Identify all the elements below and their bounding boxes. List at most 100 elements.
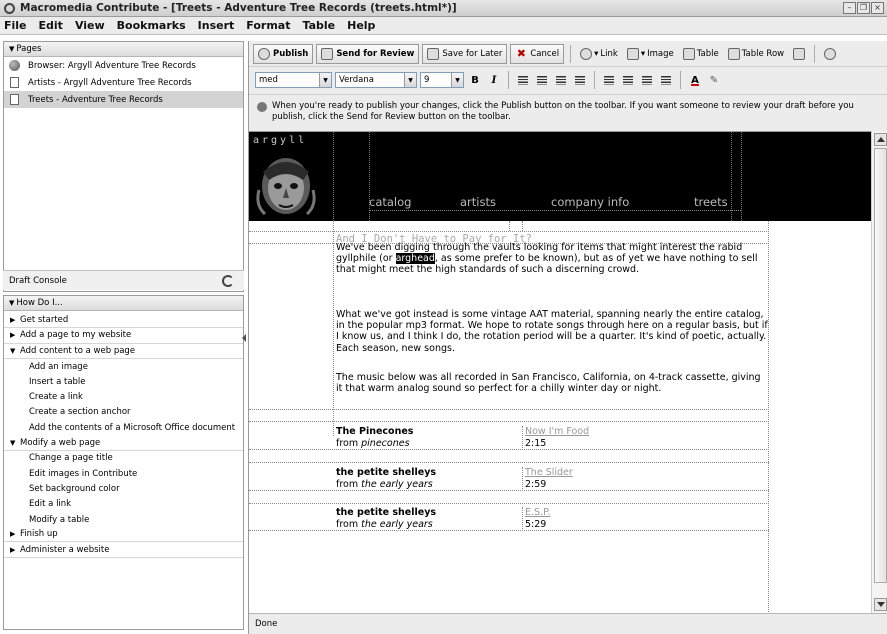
style-select[interactable]: med ▼ (255, 72, 332, 88)
nav-link-treets[interactable]: treets (694, 195, 728, 209)
insert-link-button[interactable]: ▾ Link (577, 44, 621, 64)
paragraph-1[interactable]: We've been digging through the vaults lo… (336, 242, 768, 276)
layout-guide (249, 449, 769, 450)
menu-bookmarks[interactable]: Bookmarks (117, 19, 186, 32)
paragraph-3[interactable]: The music below was all recorded in San … (336, 372, 768, 394)
indent-button[interactable] (658, 72, 674, 88)
draft-console-bar[interactable]: Draft Console (3, 270, 244, 290)
refresh-icon[interactable] (222, 275, 234, 287)
paragraph-2[interactable]: What we've got instead is some vintage A… (336, 309, 768, 354)
highlight-button[interactable]: ✎ (706, 72, 722, 88)
insert-table-row-button[interactable]: Table Row (725, 44, 787, 64)
contribute-app-icon[interactable] (4, 2, 15, 14)
menu-insert[interactable]: Insert (198, 19, 235, 32)
track-song-link[interactable]: The Slider (525, 467, 573, 478)
cancel-button[interactable]: ✖ Cancel (510, 43, 565, 64)
track-album: the early years (361, 519, 433, 530)
howdo-link-create-link[interactable]: Create a link (4, 389, 243, 404)
outdent-button[interactable] (639, 72, 655, 88)
restore-button[interactable]: ❐ (857, 2, 870, 14)
page-item-browser[interactable]: Browser: Argyll Adventure Tree Records (4, 57, 243, 74)
layout-guide (249, 421, 769, 422)
panel-splitter[interactable] (241, 320, 247, 360)
image-label: Image (647, 48, 674, 59)
howdo-item-label: Modify a web page (20, 437, 101, 448)
text-color-button[interactable]: A (687, 72, 703, 88)
scroll-down-arrow-icon[interactable] (874, 598, 887, 611)
expand-triangle-icon: ▶ (10, 530, 16, 539)
page-item-artists[interactable]: Artists - Argyll Adventure Tree Records (4, 74, 243, 91)
how-do-i-list: ▶ Get started ▶ Add a page to my website ▼… (4, 311, 243, 558)
italic-button[interactable]: I (486, 72, 502, 88)
howdo-link-edit-images[interactable]: Edit images in Contribute (4, 466, 243, 481)
align-center-button[interactable] (534, 72, 550, 88)
selected-text[interactable]: arghead (395, 253, 435, 265)
howdo-link-section-anchor[interactable]: Create a section anchor (4, 405, 243, 420)
collapse-triangle-icon: ▼ (10, 346, 16, 355)
how-do-i-header[interactable]: ▼ How Do I... (4, 296, 243, 311)
pages-panel-header[interactable]: ▼ Pages (4, 42, 243, 57)
menu-file[interactable]: File (4, 19, 27, 32)
bulleted-list-button[interactable] (620, 72, 636, 88)
pages-panel: ▼ Pages Browser: Argyll Adventure Tree R… (3, 41, 244, 292)
justify-button[interactable] (572, 72, 588, 88)
insert-table-button[interactable]: Table (680, 44, 722, 64)
menu-edit[interactable]: Edit (39, 19, 63, 32)
minimize-button[interactable]: – (843, 2, 856, 14)
menu-help[interactable]: Help (347, 19, 375, 32)
save-later-label: Save for Later (442, 48, 503, 59)
insert-image-button[interactable]: ▾ Image (624, 44, 677, 64)
publish-button[interactable]: Publish (253, 43, 314, 64)
close-button[interactable]: × (871, 2, 884, 14)
vertical-scrollbar[interactable] (871, 131, 887, 613)
font-select[interactable]: Verdana ▼ (335, 72, 417, 88)
howdo-link-bg-color[interactable]: Set background color (4, 481, 243, 496)
draft-console-label: Draft Console (9, 275, 67, 286)
scroll-up-arrow-icon[interactable] (874, 133, 887, 146)
howdo-link-add-image[interactable]: Add an image (4, 359, 243, 374)
save-for-later-button[interactable]: Save for Later (422, 43, 508, 64)
menu-table[interactable]: Table (302, 19, 335, 32)
document-view[interactable]: argyll catalog artists company info tree… (249, 131, 887, 613)
menu-bar: File Edit View Bookmarks Insert Format T… (0, 17, 887, 35)
howdo-section-get-started[interactable]: ▶ Get started (4, 313, 243, 329)
howdo-section-add-page[interactable]: ▶ Add a page to my website (4, 328, 243, 344)
help-hand-icon (824, 47, 837, 60)
menu-view[interactable]: View (75, 19, 105, 32)
send-for-review-button[interactable]: Send for Review (316, 43, 420, 64)
title-bar: Macromedia Contribute - [Treets - Advent… (0, 0, 887, 17)
track-song-link[interactable]: E.S.P. (525, 507, 550, 518)
layout-guide (249, 490, 769, 491)
nav-link-catalog[interactable]: catalog (369, 195, 411, 209)
howdo-link-modify-table[interactable]: Modify a table (4, 512, 243, 527)
bold-button[interactable]: B (467, 72, 483, 88)
numbered-list-button[interactable] (601, 72, 617, 88)
nav-link-company-info[interactable]: company info (551, 195, 629, 209)
help-button[interactable] (821, 44, 839, 64)
howdo-link-insert-table[interactable]: Insert a table (4, 374, 243, 389)
how-do-i-title: How Do I... (16, 298, 63, 308)
howdo-section-modify-page[interactable]: ▼ Modify a web page (4, 435, 243, 451)
howdo-section-finish-up[interactable]: ▶ Finish up (4, 527, 243, 543)
page-item-label: Browser: Argyll Adventure Tree Records (28, 60, 196, 71)
layout-guide (249, 530, 769, 531)
howdo-section-administer[interactable]: ▶ Administer a website (4, 542, 243, 558)
align-left-button[interactable] (515, 72, 531, 88)
track-artist: the petite shelleys (336, 507, 437, 518)
howdo-link-office-doc[interactable]: Add the contents of a Microsoft Office d… (4, 420, 243, 435)
howdo-link-edit-link[interactable]: Edit a link (4, 497, 243, 512)
menu-format[interactable]: Format (246, 19, 290, 32)
page-item-treets[interactable]: Treets - Adventure Tree Records (4, 91, 243, 108)
table-column-button[interactable] (790, 44, 808, 64)
expand-triangle-icon: ▶ (10, 316, 16, 325)
publish-icon (258, 47, 270, 60)
scrollbar-thumb[interactable] (874, 148, 887, 583)
highlight-pen-icon: ✎ (709, 74, 719, 86)
align-right-button[interactable] (553, 72, 569, 88)
howdo-section-add-content[interactable]: ▼ Add content to a web page (4, 344, 243, 359)
size-select[interactable]: 9 ▼ (420, 72, 464, 88)
nav-link-artists[interactable]: artists (460, 195, 496, 209)
howdo-item-label: Administer a website (20, 544, 110, 555)
howdo-link-change-title[interactable]: Change a page title (4, 451, 243, 466)
track-song-link[interactable]: Now I'm Food (525, 426, 589, 437)
